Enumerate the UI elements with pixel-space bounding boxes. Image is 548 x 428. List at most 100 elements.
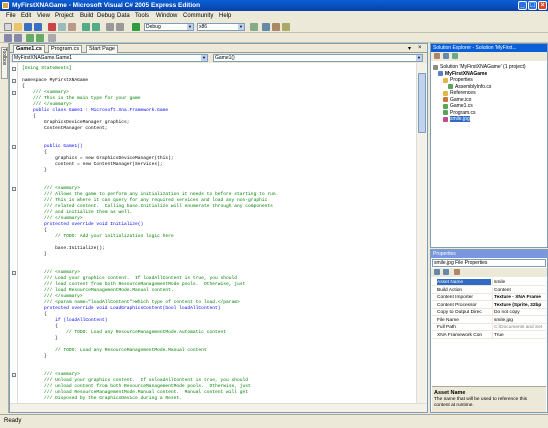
platform-dropdown[interactable]: x86 ▼ <box>197 23 245 31</box>
property-value[interactable]: Texture - XNA Frame <box>492 294 546 300</box>
property-value[interactable]: Texture (Sprite, 32bp <box>492 301 546 308</box>
menu-build[interactable]: Build <box>80 13 93 19</box>
chevron-down-icon: ▼ <box>187 24 193 30</box>
code-line: ContentManager content; <box>22 126 108 131</box>
property-row[interactable]: Build Action Content <box>432 286 546 294</box>
property-row[interactable]: Asset Name smile <box>432 279 546 286</box>
indent-icon[interactable] <box>14 34 22 42</box>
toolbox-icon[interactable] <box>282 23 290 31</box>
property-row[interactable]: Copy to Output Direc Do not copy <box>432 309 546 316</box>
find-icon[interactable] <box>250 23 258 31</box>
property-pages-icon[interactable] <box>454 269 460 275</box>
toolbox-tab[interactable]: Toolbox <box>1 47 8 79</box>
save-all-icon[interactable] <box>34 23 42 31</box>
alphabetical-icon[interactable] <box>443 269 449 275</box>
tree-item[interactable]: Program.cs <box>450 110 476 116</box>
vertical-scrollbar[interactable] <box>416 63 427 403</box>
menu-window[interactable]: Window <box>156 13 177 19</box>
collapse-icon[interactable]: - <box>12 91 16 95</box>
bookmark-icon[interactable] <box>48 34 56 42</box>
collapse-icon[interactable]: - <box>12 271 16 275</box>
tab-start-page[interactable]: Start Page <box>86 45 118 53</box>
menu-file[interactable]: File <box>6 13 16 19</box>
menu-edit[interactable]: Edit <box>21 13 31 19</box>
property-row[interactable]: File Name smile.jpg <box>432 316 546 324</box>
property-row[interactable]: XNA Framework Con True <box>432 331 546 339</box>
menu-project[interactable]: Project <box>55 13 74 19</box>
close-button[interactable]: × <box>538 1 547 10</box>
menu-debug[interactable]: Debug <box>97 13 115 19</box>
tree-node-icon <box>448 84 453 89</box>
tree-node-icon <box>443 77 448 83</box>
property-row[interactable]: Content Importer Texture - XNA Frame <box>432 294 546 301</box>
horizontal-scrollbar[interactable] <box>10 403 427 412</box>
property-name: Copy to Output Direc <box>437 310 482 315</box>
tree-node-icon <box>443 90 448 96</box>
save-icon[interactable] <box>24 23 32 31</box>
code-area[interactable]: [Using Statements] namespace MyFirstXNAGa… <box>10 63 416 403</box>
start-debug-icon[interactable] <box>132 23 140 31</box>
menu-community[interactable]: Community <box>183 13 213 19</box>
tree-item[interactable]: smile.jpg <box>450 116 470 122</box>
solution-explorer-icon[interactable] <box>262 23 270 31</box>
minimize-button[interactable]: _ <box>518 1 527 10</box>
new-project-icon[interactable] <box>4 23 12 31</box>
tree-item[interactable]: References <box>450 90 476 96</box>
outdent-icon[interactable] <box>4 34 12 42</box>
active-files-icon[interactable]: ▾ <box>408 45 411 52</box>
tree-item[interactable]: Game.ico <box>450 97 471 103</box>
redo-icon[interactable] <box>92 23 100 31</box>
description-title: Asset Name <box>434 390 466 396</box>
close-icon[interactable]: × <box>418 45 422 51</box>
tab-game1[interactable]: Game1.cs <box>13 45 45 53</box>
undo-icon[interactable] <box>82 23 90 31</box>
property-row[interactable]: Content Processor Texture (Sprite, 32bp <box>432 301 546 309</box>
collapse-icon[interactable]: - <box>12 67 16 71</box>
property-value[interactable]: smile <box>492 279 546 285</box>
tree-item[interactable]: Game1.cs <box>450 103 473 109</box>
property-value[interactable]: Content <box>492 286 546 293</box>
uncomment-icon[interactable] <box>36 34 44 42</box>
object-dropdown[interactable]: smile.jpg File Properties <box>432 259 546 267</box>
scroll-thumb[interactable] <box>418 73 426 133</box>
refresh-icon[interactable] <box>452 53 458 59</box>
show-all-files-icon[interactable] <box>443 53 449 59</box>
collapse-icon[interactable]: - <box>12 373 16 377</box>
code-line: } <box>22 168 47 173</box>
cut-icon[interactable] <box>48 23 56 31</box>
paste-icon[interactable] <box>68 23 76 31</box>
property-value[interactable]: True <box>492 331 546 338</box>
collapse-icon[interactable]: - <box>12 145 16 149</box>
type-dropdown[interactable]: MyFirstXNAGame.Game1 ▼ <box>12 54 208 62</box>
open-icon[interactable] <box>14 23 22 31</box>
menu-tools[interactable]: Tools <box>135 13 149 19</box>
code-line: /// Disposed by the GraphicsDevice durin… <box>22 396 182 401</box>
menu-data[interactable]: Data <box>117 13 130 19</box>
property-row[interactable]: Full Path C:\Documents and Set <box>432 324 546 331</box>
tab-program[interactable]: Program.cs <box>48 45 83 53</box>
property-value[interactable]: Do not copy <box>492 309 546 315</box>
categorized-icon[interactable] <box>434 269 440 275</box>
properties-icon[interactable] <box>272 23 280 31</box>
properties-icon[interactable] <box>434 53 440 59</box>
config-dropdown[interactable]: Debug ▼ <box>144 23 194 31</box>
copy-icon[interactable] <box>58 23 66 31</box>
code-line: } <box>22 354 47 359</box>
collapse-icon[interactable]: - <box>12 79 16 83</box>
navigate-back-icon[interactable] <box>106 23 114 31</box>
tree-node-icon <box>443 110 448 115</box>
tree-item[interactable]: MyFirstXNAGame <box>445 71 487 77</box>
menu-view[interactable]: View <box>37 13 50 19</box>
member-dropdown[interactable]: Game1() ▼ <box>213 54 423 62</box>
tree-item[interactable]: Solution 'MyFirstXNAGame' (1 project) <box>440 64 526 70</box>
comment-icon[interactable] <box>26 34 34 42</box>
collapse-icon[interactable]: - <box>12 187 16 191</box>
property-value[interactable]: smile.jpg <box>492 316 546 323</box>
maximize-button[interactable]: □ <box>528 1 537 10</box>
status-bar: Ready <box>0 414 548 428</box>
tree-item[interactable]: AssemblyInfo.cs <box>455 84 491 90</box>
tree-item[interactable]: Properties <box>450 77 473 83</box>
navigate-forward-icon[interactable] <box>116 23 124 31</box>
property-value[interactable]: C:\Documents and Set <box>492 324 546 330</box>
menu-help[interactable]: Help <box>219 13 231 19</box>
